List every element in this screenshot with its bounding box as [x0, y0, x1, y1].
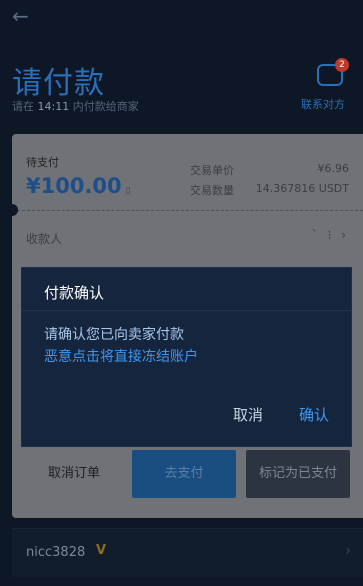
dialog-warning: 恶意点击将直接冻结账户 — [44, 349, 198, 365]
chevron-right-icon: › — [345, 543, 351, 559]
page-title: 请付款 — [12, 66, 105, 101]
card-divider — [12, 210, 363, 211]
contact-counterparty-button[interactable]: 2 联系对方 — [295, 58, 359, 112]
payment-confirm-dialog: 付款确认 请确认您已向卖家付款 恶意点击将直接冻结账户 取消 确认 — [22, 268, 351, 446]
quantity-label: 交易数量 — [190, 184, 234, 197]
payee-label: 收款人 — [26, 232, 63, 246]
unit-price-label: 交易单价 — [190, 164, 234, 177]
dialog-confirm-button[interactable]: 确认 — [299, 404, 329, 425]
divider-notch-left — [6, 204, 18, 216]
order-amount: ¥100.00 ▯ — [26, 174, 131, 198]
unread-badge: 2 — [335, 58, 349, 72]
verified-v-icon: V — [96, 543, 107, 558]
deadline-time: 14:11 — [37, 100, 70, 113]
quantity-value: 14.367816 USDT — [255, 182, 349, 195]
unit-price-value: ¥6.96 — [317, 162, 350, 175]
cancel-order-button[interactable]: 取消订单 — [26, 450, 122, 498]
pending-label: 待支付 — [26, 156, 59, 169]
merchant-name: nicc3828 — [26, 545, 86, 560]
dialog-cancel-button[interactable]: 取消 — [233, 404, 263, 425]
merchant-row[interactable]: nicc3828 V › — [12, 528, 363, 577]
deadline-suffix: 内付款给商家 — [72, 100, 139, 113]
go-pay-button[interactable]: 去支付 — [132, 450, 236, 498]
contact-label: 联系对方 — [301, 98, 345, 111]
back-arrow-icon[interactable]: ← — [12, 6, 32, 26]
dialog-title: 付款确认 — [44, 284, 105, 302]
payee-expand-icon[interactable]: ` ⁝ › — [312, 228, 349, 242]
payment-deadline: 请在 14:11 内付款给商家 — [12, 98, 139, 114]
deadline-prefix: 请在 — [12, 100, 34, 113]
dialog-divider — [22, 310, 351, 311]
copy-icon: ▯ — [125, 186, 131, 196]
mark-paid-button[interactable]: 标记为已支付 — [246, 450, 350, 498]
dialog-message: 请确认您已向卖家付款 — [44, 327, 184, 343]
